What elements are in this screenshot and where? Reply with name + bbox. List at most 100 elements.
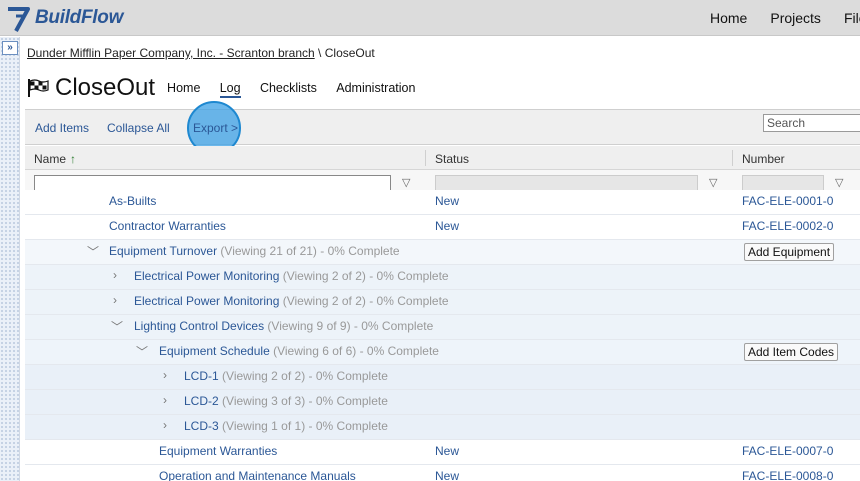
breadcrumb: Dunder Mifflin Paper Company, Inc. - Scr…	[27, 46, 375, 60]
page-title: CloseOut	[55, 74, 156, 101]
top-bar: BuildFlow Home Projects File	[0, 0, 860, 36]
app-logo[interactable]: BuildFlow	[6, 4, 123, 32]
tab-log[interactable]: Log	[219, 81, 241, 98]
row-status: New	[435, 469, 460, 481]
breadcrumb-current: CloseOut	[324, 46, 375, 60]
row-progress-meta: (Viewing 21 of 21) - 0% Complete	[220, 244, 400, 258]
row-number: FAC-ELE-0002-0	[742, 219, 834, 233]
row-name[interactable]: Equipment Schedule (Viewing 6 of 6) - 0%…	[159, 344, 439, 358]
row-label: LCD-2	[184, 394, 219, 408]
chevron-right-icon[interactable]: ›	[113, 268, 117, 282]
row-name[interactable]: LCD-2 (Viewing 3 of 3) - 0% Complete	[184, 394, 388, 408]
add-equipment-button[interactable]: Add Equipment	[744, 243, 835, 261]
column-header-number[interactable]: Number	[742, 152, 785, 166]
name-filter-icon[interactable]: ▽	[402, 176, 410, 189]
row-progress-meta: (Viewing 1 of 1) - 0% Complete	[222, 419, 388, 433]
table-row-group[interactable]: › LCD-3 (Viewing 1 of 1) - 0% Complete	[25, 415, 860, 440]
row-name[interactable]: Equipment Warranties	[159, 444, 277, 458]
chevron-down-icon[interactable]: ﹀	[87, 243, 99, 260]
row-name[interactable]: As-Builts	[109, 194, 156, 208]
search-input[interactable]: Search	[763, 114, 860, 132]
top-nav-home[interactable]: Home	[710, 10, 747, 26]
chevron-down-icon[interactable]: ﹀	[111, 318, 123, 335]
row-label: As-Builts	[109, 194, 157, 208]
grid-body: As-Builts New FAC-ELE-0001-0 Contractor …	[25, 190, 860, 481]
row-progress-meta: (Viewing 2 of 2) - 0% Complete	[282, 269, 449, 283]
table-row-group[interactable]: › LCD-2 (Viewing 3 of 3) - 0% Complete	[25, 390, 860, 415]
tab-home[interactable]: Home	[167, 81, 200, 95]
row-progress-meta: (Viewing 9 of 9) - 0% Complete	[267, 319, 434, 333]
top-nav: Home Projects File	[710, 0, 860, 36]
export-button[interactable]: Export >	[193, 121, 238, 135]
breadcrumb-separator: \	[318, 46, 322, 60]
row-label: LCD-1	[184, 369, 219, 383]
top-nav-projects[interactable]: Projects	[770, 10, 821, 26]
add-item-codes-button[interactable]: Add Item Codes	[744, 343, 839, 361]
row-name[interactable]: Electrical Power Monitoring (Viewing 2 o…	[134, 269, 449, 283]
row-number: FAC-ELE-0007-0	[742, 444, 834, 458]
row-progress-meta: (Viewing 3 of 3) - 0% Complete	[222, 394, 388, 408]
logo-text: BuildFlow	[35, 7, 124, 28]
table-row-group[interactable]: › Electrical Power Monitoring (Viewing 2…	[25, 265, 860, 290]
row-label: Equipment Schedule	[159, 344, 270, 358]
tab-administration[interactable]: Administration	[336, 81, 415, 95]
status-filter-input	[435, 175, 698, 191]
column-header-name[interactable]: Name ↑	[34, 152, 76, 166]
breadcrumb-company-link[interactable]: Dunder Mifflin Paper Company, Inc. - Scr…	[27, 46, 315, 60]
row-name[interactable]: LCD-3 (Viewing 1 of 1) - 0% Complete	[184, 419, 388, 433]
row-progress-meta: (Viewing 2 of 2) - 0% Complete	[222, 369, 388, 383]
chevron-right-icon[interactable]: ›	[113, 293, 117, 307]
table-row-group[interactable]: › Electrical Power Monitoring (Viewing 2…	[25, 290, 860, 315]
row-number: FAC-ELE-0001-0	[742, 194, 834, 208]
column-header-status[interactable]: Status	[435, 152, 469, 166]
buildflow-logo-icon	[8, 7, 30, 32]
grid-header: Name ↑ Status Number	[25, 146, 860, 170]
collapse-all-button[interactable]: Collapse All	[107, 121, 170, 135]
chevron-right-icon[interactable]: ›	[163, 393, 167, 407]
tab-checklists[interactable]: Checklists	[260, 81, 317, 95]
table-row-group[interactable]: ﹀ Equipment Schedule (Viewing 6 of 6) - …	[25, 340, 860, 365]
table-row[interactable]: As-Builts New FAC-ELE-0001-0	[25, 190, 860, 215]
number-filter-icon[interactable]: ▽	[835, 176, 843, 189]
table-row-group[interactable]: ﹀ Lighting Control Devices (Viewing 9 of…	[25, 315, 860, 340]
row-name[interactable]: Electrical Power Monitoring (Viewing 2 o…	[134, 294, 449, 308]
page-header: CloseOut Home Log Checklists Administrat…	[27, 74, 431, 102]
sort-ascending-icon: ↑	[70, 152, 77, 166]
row-progress-meta: (Viewing 6 of 6) - 0% Complete	[273, 344, 439, 358]
row-label: Equipment Warranties	[159, 444, 278, 458]
page-tabs: Home Log Checklists Administration	[167, 81, 431, 98]
table-row-group[interactable]: ﹀ Equipment Turnover (Viewing 21 of 21) …	[25, 240, 860, 265]
row-name[interactable]: Contractor Warranties	[109, 219, 226, 233]
grid-toolbar: Add Items Collapse All	[25, 109, 860, 145]
table-row[interactable]: Equipment Warranties New FAC-ELE-0007-0	[25, 440, 860, 465]
row-label: Contractor Warranties	[109, 219, 226, 233]
chevron-down-icon[interactable]: ﹀	[136, 343, 148, 360]
row-progress-meta: (Viewing 2 of 2) - 0% Complete	[282, 294, 449, 308]
row-name[interactable]: LCD-1 (Viewing 2 of 2) - 0% Complete	[184, 369, 388, 383]
row-name[interactable]: Operation and Maintenance Manuals	[159, 469, 356, 481]
row-status: New	[435, 444, 460, 458]
table-row[interactable]: Contractor Warranties New FAC-ELE-0002-0	[25, 215, 860, 240]
column-header-name-label: Name	[34, 152, 67, 166]
top-nav-file[interactable]: File	[844, 10, 860, 26]
chevron-right-icon[interactable]: ›	[163, 368, 167, 382]
row-label: Electrical Power Monitoring	[134, 294, 280, 308]
row-name[interactable]: Lighting Control Devices (Viewing 9 of 9…	[134, 319, 433, 333]
column-separator[interactable]	[732, 150, 733, 166]
row-name[interactable]: Equipment Turnover (Viewing 21 of 21) - …	[109, 244, 400, 258]
row-number: FAC-ELE-0008-0	[742, 469, 834, 481]
table-row[interactable]: Operation and Maintenance Manuals New FA…	[25, 465, 860, 481]
name-filter-input[interactable]	[34, 175, 391, 191]
add-items-button[interactable]: Add Items	[35, 121, 89, 135]
row-label: LCD-3	[184, 419, 219, 433]
chevron-right-icon[interactable]: ›	[163, 418, 167, 432]
row-status: New	[435, 194, 460, 208]
expand-sidebar-icon[interactable]: »	[2, 41, 18, 55]
status-filter-icon[interactable]: ▽	[709, 176, 717, 189]
left-sidebar-strip: »	[0, 37, 20, 481]
column-separator[interactable]	[425, 150, 426, 166]
row-label: Operation and Maintenance Manuals	[159, 469, 356, 481]
table-row-group[interactable]: › LCD-1 (Viewing 2 of 2) - 0% Complete	[25, 365, 860, 390]
number-filter-input	[742, 175, 824, 191]
row-label: Electrical Power Monitoring	[134, 269, 280, 283]
